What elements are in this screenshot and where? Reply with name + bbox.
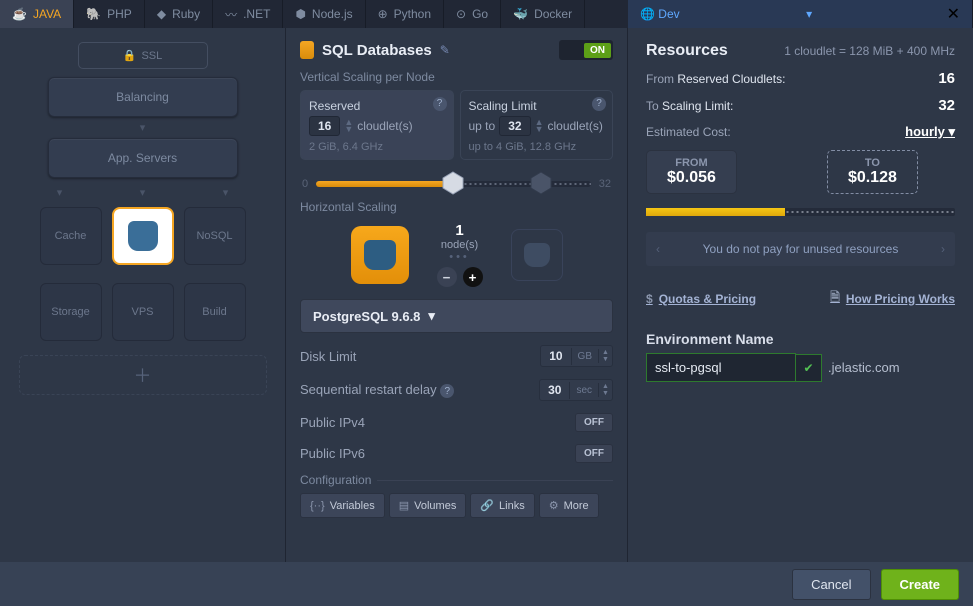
version-selector[interactable]: PostgreSQL 9.6.8 ▾ [300, 299, 613, 333]
restart-delay-input[interactable]: 30sec▲▼ [539, 379, 613, 401]
disk-icon: ▤ [399, 499, 409, 512]
ipv6-label: Public IPv6 [300, 446, 365, 461]
storage-tile[interactable]: Storage [40, 283, 102, 341]
arrow-down-icon: ▾ [184, 182, 267, 203]
reserved-box: ? Reserved 16▲▼cloudlet(s) 2 GiB, 6.4 GH… [300, 90, 454, 160]
vertical-scaling-label: Vertical Scaling per Node [300, 70, 613, 84]
help-icon[interactable]: ? [433, 97, 447, 111]
cost-from-box: FROM $0.056 [646, 150, 737, 194]
reserved-total: 16 [938, 70, 955, 87]
env-name-input[interactable] [646, 353, 796, 382]
limit-total: 32 [938, 97, 955, 114]
tab-php[interactable]: 🐘 PHP [74, 0, 145, 28]
lock-icon: 🔒 [123, 49, 137, 62]
edit-icon[interactable]: ✎ [440, 43, 450, 57]
tab-go[interactable]: ⊙ Go [444, 0, 501, 28]
more-button[interactable]: ⚙More [539, 493, 599, 518]
disk-limit-input[interactable]: 10GB▲▼ [540, 345, 613, 367]
spinner-icon[interactable]: ▲▼ [535, 119, 544, 133]
create-button[interactable]: Create [881, 569, 959, 600]
cost-to-box: TO $0.128 [827, 150, 918, 194]
chevron-right-icon[interactable]: › [941, 242, 945, 256]
add-layer-tile[interactable]: ＋ [19, 355, 267, 395]
how-pricing-works-link[interactable]: 🗎How Pricing Works [830, 288, 955, 309]
cost-bar [646, 208, 955, 216]
tab-dotnet[interactable]: 〰 .NET [213, 0, 283, 28]
tab-node[interactable]: ⬢ Node.js [283, 0, 365, 28]
tab-java[interactable]: ☕ JAVA [0, 0, 74, 28]
env-suffix: .jelastic.com [828, 360, 900, 375]
node-count: 1 node(s) ••• − + [437, 222, 483, 287]
dollar-icon: $ [646, 292, 653, 306]
cloudlet-formula: 1 cloudlet = 128 MiB + 400 MHz [784, 44, 955, 58]
ssl-chip[interactable]: 🔒SSL [78, 42, 208, 69]
cloudlet-slider[interactable] [316, 181, 591, 187]
help-icon[interactable]: ? [440, 384, 454, 398]
topology-panel: 🔒SSL Balancing ▾ App. Servers ▾ ▾ ▾ Cach… [0, 28, 285, 562]
volumes-button[interactable]: ▤Volumes [389, 493, 467, 518]
document-icon: 🗎 [830, 288, 840, 309]
period-selector[interactable]: hourly ▾ [905, 124, 955, 140]
cache-tile[interactable]: Cache [40, 207, 102, 265]
reserved-value[interactable]: 16 [309, 116, 340, 136]
links-button[interactable]: 🔗Links [470, 493, 534, 518]
postgresql-icon [524, 243, 550, 267]
sql-tile-selected[interactable] [112, 207, 174, 265]
cancel-button[interactable]: Cancel [792, 569, 870, 600]
tab-ruby[interactable]: ◆ Ruby [145, 0, 213, 28]
check-icon: ✔ [796, 354, 822, 382]
resources-title: Resources [646, 42, 728, 60]
node-minus-button[interactable]: − [437, 267, 457, 287]
ipv4-toggle[interactable]: OFF [575, 413, 613, 432]
balancing-tile[interactable]: Balancing [48, 77, 238, 117]
quotas-pricing-link[interactable]: $Quotas & Pricing [646, 288, 756, 309]
ipv4-label: Public IPv4 [300, 415, 365, 430]
arrow-down-icon: ▾ [18, 117, 267, 138]
config-panel: SQL Databases ✎ ON Vertical Scaling per … [285, 28, 628, 562]
postgresql-icon [128, 221, 158, 251]
link-icon: 🔗 [480, 499, 494, 512]
vps-tile[interactable]: VPS [112, 283, 174, 341]
pricing-note-carousel[interactable]: ‹ You do not pay for unused resources › [646, 232, 955, 266]
resources-panel: Resources 1 cloudlet = 128 MiB + 400 MHz… [628, 28, 973, 562]
ipv6-toggle[interactable]: OFF [575, 444, 613, 463]
appservers-tile[interactable]: App. Servers [48, 138, 238, 178]
dialog-footer: Cancel Create [0, 562, 973, 606]
tab-dev-region[interactable]: 🌐 Dev ▾ ✕ [628, 0, 973, 28]
arrow-down-icon: ▾ [101, 182, 184, 203]
close-icon[interactable]: ✕ [947, 4, 960, 24]
language-tabs: ☕ JAVA 🐘 PHP ◆ Ruby 〰 .NET ⬢ Node.js ⊕ P… [0, 0, 973, 28]
primary-node-tile[interactable] [351, 226, 409, 284]
postgresql-icon [364, 240, 396, 270]
node-plus-button[interactable]: + [463, 267, 483, 287]
braces-icon: {··} [310, 500, 325, 512]
help-icon[interactable]: ? [592, 97, 606, 111]
env-name-label: Environment Name [646, 331, 955, 347]
variables-button[interactable]: {··}Variables [300, 493, 385, 518]
slider-handle-reserved[interactable] [441, 171, 465, 195]
tab-docker[interactable]: 🐳 Docker [501, 0, 585, 28]
disk-limit-label: Disk Limit [300, 349, 356, 364]
enable-toggle[interactable]: ON [559, 40, 613, 60]
nosql-tile[interactable]: NoSQL [184, 207, 246, 265]
gear-icon: ⚙ [549, 499, 559, 512]
chevron-down-icon: ▾ [806, 7, 812, 21]
panel-title: SQL Databases [322, 42, 432, 59]
ghost-node-tile[interactable] [511, 229, 563, 281]
chevron-down-icon: ▾ [428, 308, 435, 324]
chevron-left-icon[interactable]: ‹ [656, 242, 660, 256]
limit-value[interactable]: 32 [499, 116, 530, 136]
restart-delay-label: Sequential restart delay ? [300, 382, 454, 399]
database-icon [300, 41, 314, 59]
scaling-limit-box: ? Scaling Limit up to32▲▼cloudlet(s) up … [460, 90, 614, 160]
build-tile[interactable]: Build [184, 283, 246, 341]
slider-handle-limit[interactable] [529, 171, 553, 195]
spinner-icon[interactable]: ▲▼ [344, 119, 353, 133]
horizontal-scaling-label: Horizontal Scaling [300, 200, 613, 214]
tab-python[interactable]: ⊕ Python [366, 0, 444, 28]
arrow-down-icon: ▾ [18, 182, 101, 203]
